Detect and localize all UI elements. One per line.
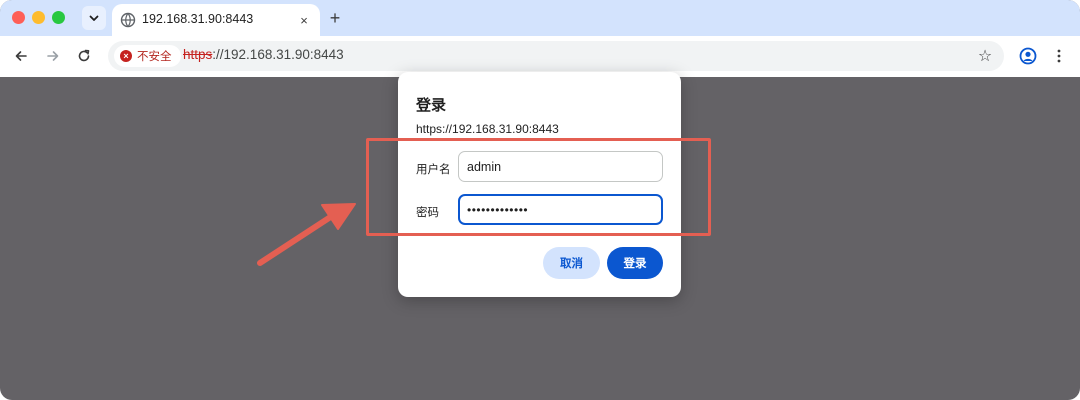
browser-window: 192.168.31.90:8443 × + × 不安全 https://192… xyxy=(0,0,1080,400)
annotation-arrow-icon xyxy=(257,203,356,266)
